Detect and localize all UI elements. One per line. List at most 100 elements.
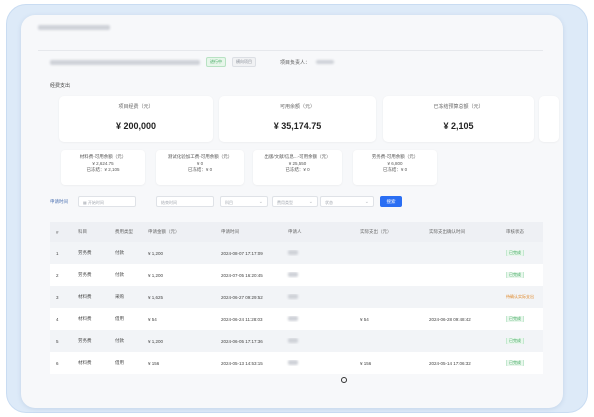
date-start-input[interactable]: ▦ 开始时间 xyxy=(78,196,136,207)
row-number: 6 xyxy=(56,360,59,366)
summary-card-budget: 项目经费（元） ¥ 200,000 xyxy=(59,96,213,142)
row-applicant xyxy=(282,272,354,278)
row-time: 2024-08-07 17:17:09 xyxy=(221,250,263,256)
row-status: 已完成 xyxy=(500,250,543,256)
filter-bar: 申请时间 ▦ 开始时间 结束时间 科目 ⌄ 费用类型 ⌄ 状态 ⌄ 搜索 xyxy=(50,196,410,208)
row-status: 已完成 xyxy=(500,272,543,278)
category-card-title: 出版/文献/信息...-可用余额（元） xyxy=(264,154,331,159)
row-amount: ¥ 1,200 xyxy=(148,250,164,256)
expense-table: # 科目 费用类型 申请金额（元） 申请时间 申请人 实际支出（元） 实际支出确… xyxy=(50,222,543,374)
row-applicant xyxy=(282,250,354,256)
page-title xyxy=(38,25,110,30)
chevron-down-icon: ⌄ xyxy=(364,199,369,205)
mouse-cursor-icon xyxy=(341,377,347,383)
row-subject: 材料费 xyxy=(78,360,92,365)
row-status: 待确认实际支出 xyxy=(500,294,543,300)
project-leader-value xyxy=(316,60,335,64)
row-type: 采购 xyxy=(115,294,124,299)
category-card-publication: 出版/文献/信息...-可用余额（元） ¥ 25,550 已冻结：¥ 0 xyxy=(253,150,342,185)
summary-card-frozen: 已冻结预算总额（元） ¥ 2,105 xyxy=(383,96,534,142)
summary-card-label: 项目经费（元） xyxy=(118,104,154,110)
table-row[interactable]: 2 劳务费 付款 ¥ 1,200 2024-07-05 16:20:45 已完成 xyxy=(50,264,543,286)
column-header: # xyxy=(56,229,59,235)
chevron-down-icon: ⌄ xyxy=(258,199,263,205)
filter-date-label: 申请时间 xyxy=(50,199,68,204)
category-card-testing: 测试化验加工费-可用余额（元） ¥ 0 已冻结：¥ 0 xyxy=(156,150,244,185)
table-header: # 科目 费用类型 申请金额（元） 申请时间 申请人 实际支出（元） 实际支出确… xyxy=(50,222,543,242)
category-card-frozen: 已冻结：¥ 0 xyxy=(382,167,408,172)
row-subject: 劳务费 xyxy=(78,272,92,277)
chevron-down-icon: ⌄ xyxy=(308,199,313,205)
applicant-name xyxy=(288,294,298,299)
status-badge: 已完成 xyxy=(506,316,524,322)
row-number: 1 xyxy=(56,250,59,256)
row-applicant xyxy=(282,294,354,300)
row-number: 2 xyxy=(56,272,59,278)
column-header: 费用类型 xyxy=(115,229,133,234)
section-title: 经费支出 xyxy=(50,83,71,89)
row-time: 2024-06-05 17:17:36 xyxy=(221,338,263,344)
project-type-badge: 横向项目 xyxy=(232,57,256,67)
row-actual: ¥ 54 xyxy=(360,316,369,322)
category-card-materials: 材料费-可用余额（元） ¥ 2,624.75 已冻结：¥ 2,105 xyxy=(61,150,145,185)
row-amount: ¥ 1,200 xyxy=(148,338,164,344)
status-badge: 进行中 xyxy=(206,57,226,67)
category-card-frozen: 已冻结：¥ 2,105 xyxy=(86,167,120,172)
applicant-name xyxy=(288,250,298,255)
project-leader-label: 项目负责人： xyxy=(280,59,311,66)
row-number: 4 xyxy=(56,316,59,322)
column-header: 申请时间 xyxy=(221,229,239,234)
search-button[interactable]: 搜索 xyxy=(380,196,402,207)
table-row[interactable]: 1 劳务费 付款 ¥ 1,200 2024-08-07 17:17:09 已完成 xyxy=(50,242,543,264)
row-time: 2024-06-27 09:29:52 xyxy=(221,294,263,300)
row-amount: ¥ 54 xyxy=(148,316,157,322)
row-actual: ¥ 156 xyxy=(360,360,372,366)
category-card-title: 测试化验加工费-可用余额（元） xyxy=(167,154,233,159)
table-row[interactable]: 5 劳务费 付款 ¥ 1,200 2024-06-05 17:17:36 已完成 xyxy=(50,330,543,352)
summary-card-value: ¥ 35,174.75 xyxy=(273,121,322,131)
column-header: 申请金额（元） xyxy=(148,229,180,234)
row-applicant xyxy=(282,338,354,344)
column-header: 实际支出（元） xyxy=(360,229,392,234)
table-row[interactable]: 6 材料费 借用 ¥ 156 2024-05-13 14:53:15 ¥ 156 2024-… xyxy=(50,352,543,374)
column-header: 科目 xyxy=(78,229,87,234)
status-badge: 待确认实际支出 xyxy=(506,294,534,299)
category-card-labor: 劳务费-可用余额（元） ¥ 6,800 已冻结：¥ 0 xyxy=(353,150,437,185)
summary-card-label: 已冻结预算总额（元） xyxy=(433,104,484,110)
row-type: 付款 xyxy=(115,250,124,255)
row-confirm-time: 2024-06-28 09:48:42 xyxy=(429,316,471,322)
applicant-name xyxy=(288,272,298,277)
table-body: 1 劳务费 付款 ¥ 1,200 2024-08-07 17:17:09 已完成 2 劳务费付… xyxy=(50,242,543,374)
row-number: 3 xyxy=(56,294,59,300)
header-divider xyxy=(38,50,543,51)
date-end-input[interactable]: 结束时间 xyxy=(156,196,214,207)
summary-card-label: 可用余额（元） xyxy=(279,104,315,110)
row-amount: ¥ 156 xyxy=(148,360,160,366)
row-time: 2024-07-05 16:20:45 xyxy=(221,272,263,278)
applicant-name xyxy=(288,338,298,343)
row-type: 借用 xyxy=(115,360,124,365)
summary-card-partial xyxy=(539,96,559,142)
applicant-name xyxy=(288,360,298,365)
table-row[interactable]: 3 材料费 采购 ¥ 1,625 2024-06-27 09:29:52 待确认实际支出 xyxy=(50,286,543,308)
type-select[interactable]: 费用类型 ⌄ xyxy=(272,196,318,207)
row-applicant xyxy=(282,316,354,322)
project-info-row: 进行中 横向项目 项目负责人： xyxy=(50,57,380,67)
row-number: 5 xyxy=(56,338,59,344)
status-select[interactable]: 状态 ⌄ xyxy=(320,196,374,207)
row-type: 借用 xyxy=(115,316,124,321)
project-name xyxy=(50,59,200,65)
row-time: 2024-06-24 11:28:03 xyxy=(221,316,263,322)
row-subject: 材料费 xyxy=(78,294,92,299)
row-applicant xyxy=(282,360,354,366)
summary-card-value: ¥ 200,000 xyxy=(115,121,157,131)
category-select[interactable]: 科目 ⌄ xyxy=(220,196,268,207)
row-type: 付款 xyxy=(115,338,124,343)
row-status: 已完成 xyxy=(500,316,543,322)
row-confirm-time: 2024-05-14 17:06:32 xyxy=(429,360,471,366)
status-badge: 已完成 xyxy=(506,338,524,344)
column-header: 审核状态 xyxy=(506,229,524,234)
table-row[interactable]: 4 材料费 借用 ¥ 54 2024-06-24 11:28:03 ¥ 54 2024-06… xyxy=(50,308,543,330)
row-amount: ¥ 1,625 xyxy=(148,294,164,300)
row-status: 已完成 xyxy=(500,338,543,344)
